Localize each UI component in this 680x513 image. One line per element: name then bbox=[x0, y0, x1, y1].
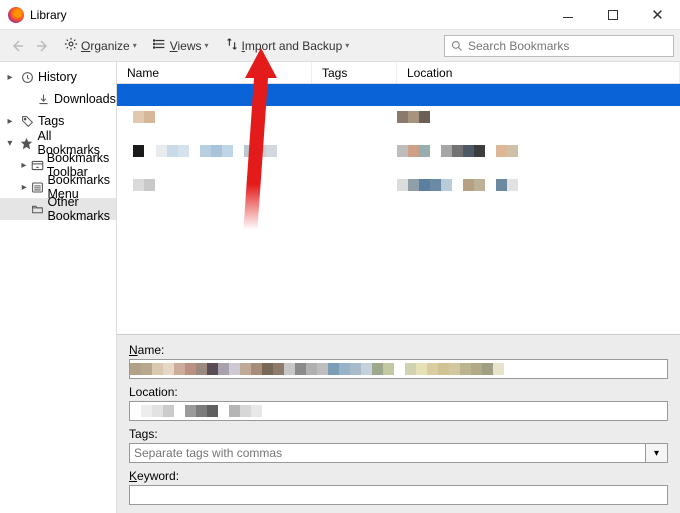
search-input[interactable] bbox=[468, 39, 667, 53]
organize-button[interactable]: Organize ▾ bbox=[58, 34, 143, 57]
column-name[interactable]: Name bbox=[117, 62, 312, 83]
chevron-right-icon: ▸ bbox=[20, 182, 28, 193]
firefox-logo-icon bbox=[8, 7, 24, 23]
details-pane: Name: Location: Tags: ▾ Keyword: bbox=[117, 334, 680, 513]
location-field[interactable] bbox=[129, 401, 668, 421]
keyword-label: Keyword: bbox=[129, 469, 668, 483]
minimize-button[interactable] bbox=[545, 0, 590, 29]
list-item[interactable] bbox=[117, 84, 680, 106]
column-location[interactable]: Location bbox=[397, 62, 680, 83]
gear-icon bbox=[64, 37, 78, 54]
chevron-right-icon: ▸ bbox=[4, 72, 16, 83]
star-icon bbox=[19, 137, 35, 150]
list-icon bbox=[153, 37, 167, 54]
name-field[interactable] bbox=[129, 359, 668, 379]
views-button[interactable]: Views ▾ bbox=[147, 34, 215, 57]
import-export-icon bbox=[225, 37, 239, 54]
list-item[interactable] bbox=[117, 174, 680, 196]
location-label: Location: bbox=[129, 385, 668, 399]
tags-label: Tags: bbox=[129, 427, 668, 441]
tags-field[interactable] bbox=[129, 443, 646, 463]
close-button[interactable]: ✕ bbox=[635, 0, 680, 29]
chevron-down-icon: ▾ bbox=[4, 138, 16, 149]
folder-icon bbox=[31, 203, 44, 216]
title-bar: Library ✕ bbox=[0, 0, 680, 30]
content-pane: Name Tags Location bbox=[117, 62, 680, 513]
sidebar-item-history[interactable]: ▸ History bbox=[0, 66, 116, 88]
list-item[interactable] bbox=[117, 140, 680, 162]
chevron-down-icon: ▾ bbox=[133, 41, 137, 50]
sidebar-item-downloads[interactable]: Downloads bbox=[0, 88, 116, 110]
sidebar-item-other-bookmarks[interactable]: Other Bookmarks bbox=[0, 198, 116, 220]
window-title: Library bbox=[30, 8, 545, 22]
forward-button[interactable] bbox=[32, 35, 54, 57]
chevron-down-icon: ▾ bbox=[345, 41, 349, 50]
keyword-field[interactable] bbox=[129, 485, 668, 505]
search-box[interactable] bbox=[444, 35, 674, 57]
clock-icon bbox=[19, 71, 35, 84]
sidebar: ▸ History Downloads ▸ Tags ▾ All Bookmar… bbox=[0, 62, 117, 513]
name-label: Name: bbox=[129, 343, 668, 357]
back-button[interactable] bbox=[6, 35, 28, 57]
import-backup-button[interactable]: Import and Backup ▾ bbox=[219, 34, 356, 57]
menu-icon bbox=[31, 181, 44, 194]
chevron-down-icon: ▾ bbox=[654, 448, 659, 459]
tags-dropdown-button[interactable]: ▾ bbox=[646, 443, 668, 463]
toolbar: Organize ▾ Views ▾ Import and Backup ▾ bbox=[0, 30, 680, 62]
bookmark-list bbox=[117, 84, 680, 334]
column-headers: Name Tags Location bbox=[117, 62, 680, 84]
list-item[interactable] bbox=[117, 106, 680, 128]
chevron-right-icon: ▸ bbox=[20, 160, 28, 171]
column-tags[interactable]: Tags bbox=[312, 62, 397, 83]
download-icon bbox=[35, 93, 51, 106]
search-icon bbox=[451, 40, 463, 52]
tag-icon bbox=[19, 115, 35, 128]
chevron-down-icon: ▾ bbox=[205, 41, 209, 50]
maximize-button[interactable] bbox=[590, 0, 635, 29]
chevron-right-icon: ▸ bbox=[4, 116, 16, 127]
toolbar-icon bbox=[31, 159, 44, 172]
